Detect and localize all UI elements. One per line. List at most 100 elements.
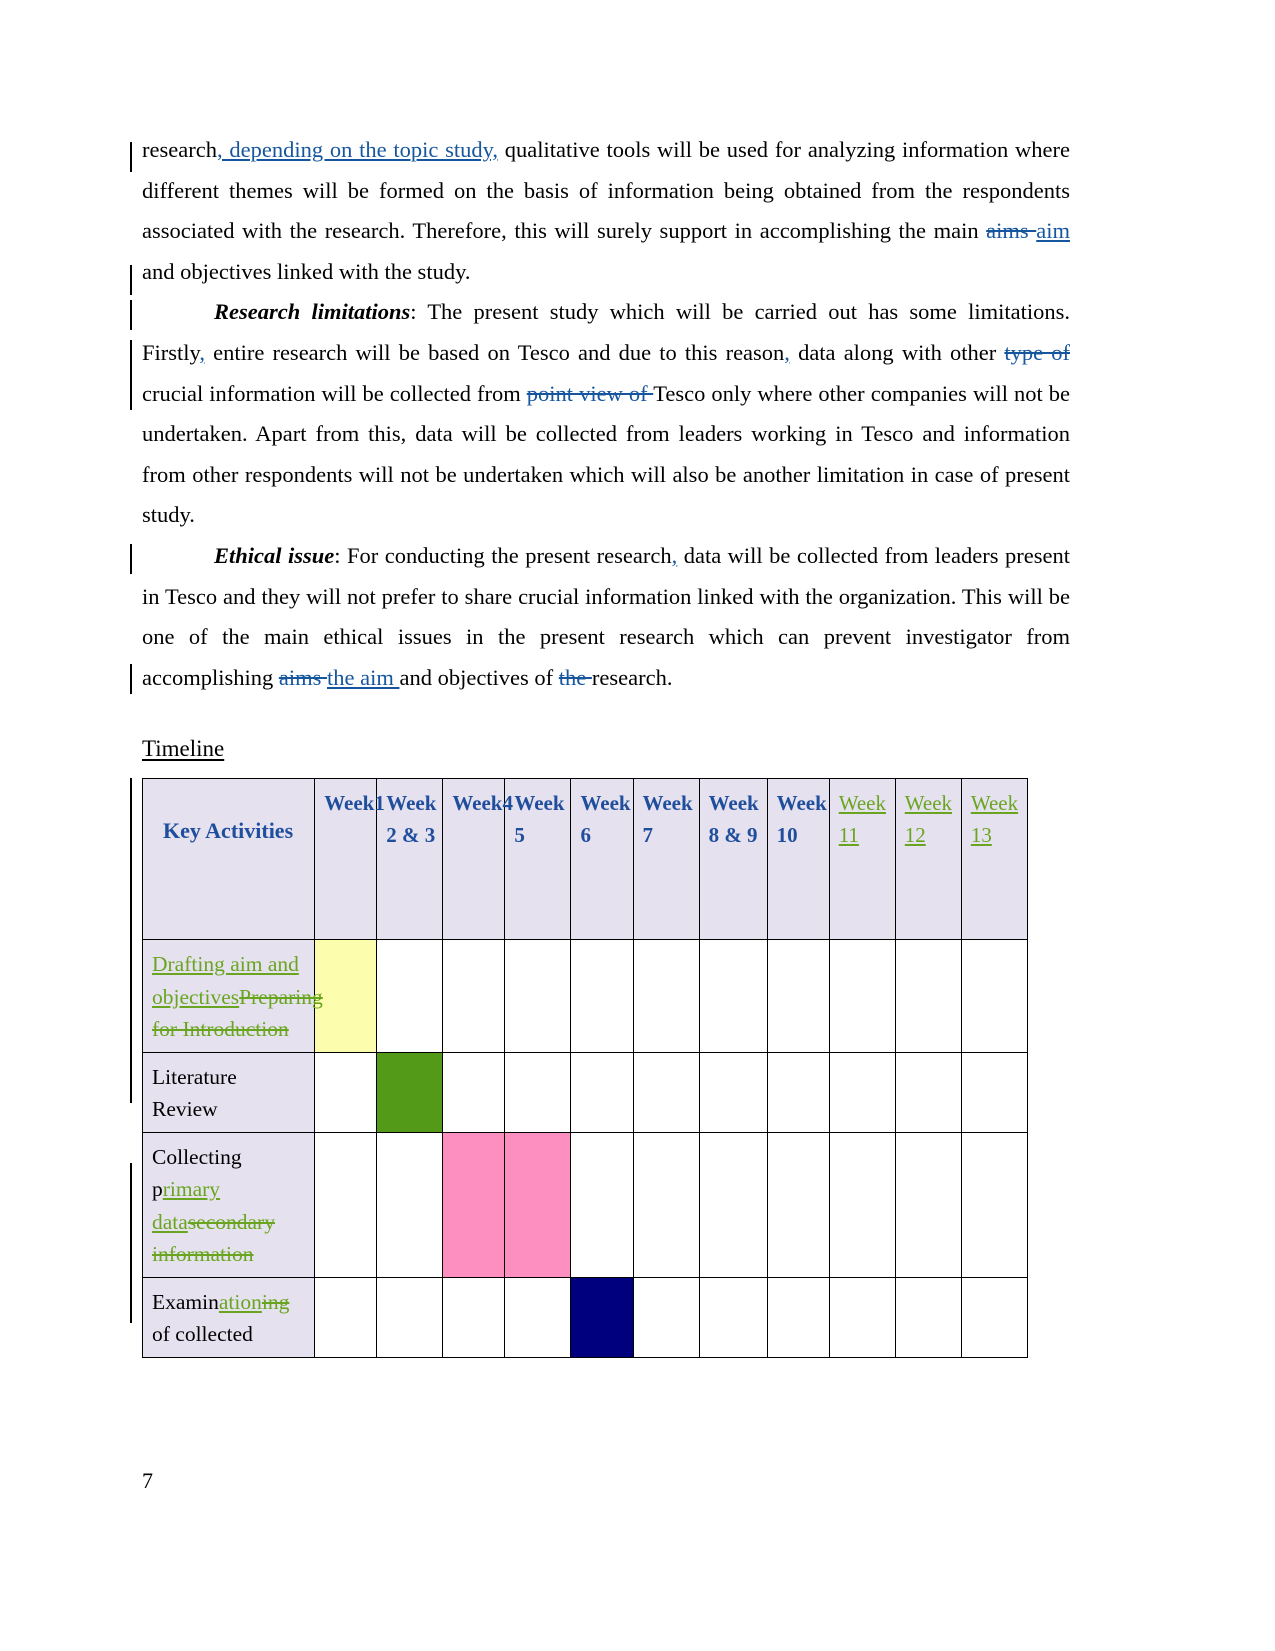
schedule-cell bbox=[960, 1051, 1029, 1133]
table-header-week: Week 7 bbox=[632, 778, 700, 941]
change-bar bbox=[130, 663, 132, 694]
table-row: Collecting primary datasecondary informa… bbox=[141, 1131, 1029, 1278]
table-header-week: Week 12 bbox=[894, 778, 962, 941]
schedule-cell-filled bbox=[376, 1051, 444, 1133]
schedule-cell bbox=[570, 1131, 634, 1278]
schedule-cell bbox=[504, 1051, 572, 1133]
schedule-cell bbox=[960, 1276, 1029, 1358]
change-bar bbox=[130, 1163, 132, 1324]
table-header-week: Week 8 & 9 bbox=[698, 778, 768, 941]
timeline-table-wrap: Key Activities Week1 Week 2 & 3 Week4 Week 5… bbox=[130, 778, 1070, 1358]
change-bar bbox=[130, 300, 132, 331]
table-header-row: Key Activities Week1 Week 2 & 3 Week4 Week 5… bbox=[141, 778, 1029, 941]
schedule-cell bbox=[766, 939, 830, 1053]
text-run: Examin bbox=[152, 1289, 219, 1314]
schedule-cell bbox=[504, 939, 572, 1053]
deleted-run: the bbox=[558, 664, 592, 690]
schedule-cell-filled bbox=[314, 939, 378, 1053]
text-run: Literature Review bbox=[152, 1064, 237, 1122]
inserted-run: ation bbox=[218, 1289, 262, 1314]
schedule-cell-filled bbox=[504, 1131, 572, 1278]
schedule-cell bbox=[632, 1131, 700, 1278]
document-page: research, depending on the topic study, … bbox=[0, 0, 1275, 1651]
schedule-cell bbox=[442, 939, 506, 1053]
schedule-cell bbox=[828, 1051, 896, 1133]
text-run: : For conducting the present research bbox=[334, 542, 672, 568]
schedule-cell bbox=[570, 1051, 634, 1133]
schedule-cell bbox=[698, 1276, 768, 1358]
timeline-table: Key Activities Week1 Week 2 & 3 Week4 Week 5… bbox=[141, 778, 1029, 1358]
inserted-run: the aim bbox=[326, 664, 400, 690]
schedule-cell bbox=[894, 1051, 962, 1133]
schedule-cell bbox=[632, 939, 700, 1053]
schedule-cell bbox=[698, 1051, 768, 1133]
paragraph-block-2: Research limitations: The present study … bbox=[130, 292, 1070, 536]
timeline-heading-wrap: Timeline bbox=[142, 734, 1070, 764]
paragraph-research-methods: research, depending on the topic study, … bbox=[142, 130, 1070, 292]
page-content: research, depending on the topic study, … bbox=[130, 130, 1070, 1358]
activity-cell: Drafting aim and objectivesPreparing for… bbox=[141, 939, 323, 1053]
change-bar bbox=[130, 142, 132, 172]
schedule-cell bbox=[960, 939, 1029, 1053]
schedule-cell bbox=[376, 1276, 444, 1358]
table-row: Examinationing of collected bbox=[141, 1276, 1029, 1358]
table-body: Drafting aim and objectivesPreparing for… bbox=[141, 939, 1029, 1358]
table-header-key-activities: Key Activities bbox=[141, 778, 316, 941]
table-header-week: Week 11 bbox=[828, 778, 896, 941]
text-run: crucial information will be collected fr… bbox=[142, 380, 527, 406]
timeline-heading: Timeline bbox=[142, 736, 225, 762]
schedule-cell bbox=[632, 1276, 700, 1358]
schedule-cell bbox=[766, 1131, 830, 1278]
change-bar bbox=[130, 778, 132, 914]
inserted-run: aim bbox=[1036, 218, 1070, 244]
change-bar bbox=[130, 913, 132, 1104]
schedule-cell bbox=[504, 1276, 572, 1358]
schedule-cell bbox=[314, 1276, 378, 1358]
text-run: research bbox=[142, 137, 217, 162]
paragraph-block-3: Ethical issue: For conducting the presen… bbox=[130, 536, 1070, 698]
schedule-cell bbox=[698, 939, 768, 1053]
schedule-cell bbox=[314, 1051, 378, 1133]
table-header-week: Week1 bbox=[314, 778, 385, 941]
schedule-cell bbox=[570, 939, 634, 1053]
deleted-run: aims bbox=[986, 218, 1037, 244]
paragraph-block-1: research, depending on the topic study, … bbox=[130, 130, 1070, 295]
schedule-cell bbox=[828, 1276, 896, 1358]
change-bar bbox=[130, 265, 132, 295]
paragraph-research-limitations: Research limitations: The present study … bbox=[142, 292, 1070, 536]
table-header-week: Week 13 bbox=[960, 778, 1029, 941]
inserted-run: , depending on the topic study, bbox=[216, 137, 499, 162]
deleted-run: type of bbox=[1004, 339, 1070, 365]
text-run: of collected bbox=[152, 1322, 253, 1347]
text-run: research. bbox=[591, 664, 673, 690]
schedule-cell bbox=[632, 1051, 700, 1133]
schedule-cell bbox=[894, 1276, 962, 1358]
table-row: Literature Review bbox=[141, 1051, 1029, 1133]
activity-cell: Literature Review bbox=[141, 1051, 316, 1133]
schedule-cell bbox=[894, 939, 962, 1053]
schedule-cell-filled bbox=[570, 1276, 634, 1358]
deleted-run: aims bbox=[278, 664, 327, 690]
activity-cell: Examinationing of collected bbox=[141, 1276, 316, 1358]
schedule-cell bbox=[828, 1131, 896, 1278]
change-bar bbox=[130, 543, 132, 574]
text-run: and objectives linked with the study. bbox=[142, 258, 471, 284]
deleted-run: point view of bbox=[526, 380, 654, 406]
paragraph-ethical-issue: Ethical issue: For conducting the presen… bbox=[142, 536, 1070, 698]
text-run: and objectives of bbox=[399, 664, 559, 690]
schedule-cell bbox=[376, 939, 444, 1053]
deleted-run: ing bbox=[261, 1289, 290, 1314]
table-header-week: Week 2 & 3 bbox=[376, 778, 444, 941]
schedule-cell bbox=[766, 1276, 830, 1358]
paragraph-label: Ethical issue bbox=[214, 542, 335, 568]
paragraph-label: Research limitations bbox=[214, 299, 411, 325]
table-header-week: Week 5 bbox=[504, 778, 572, 941]
schedule-cell bbox=[442, 1276, 506, 1358]
text-run: data along with other bbox=[789, 339, 1005, 365]
table-header-week: Week 6 bbox=[570, 778, 634, 941]
schedule-cell bbox=[960, 1131, 1029, 1278]
schedule-cell bbox=[442, 1051, 506, 1133]
schedule-cell-filled bbox=[442, 1131, 506, 1278]
schedule-cell bbox=[766, 1051, 830, 1133]
schedule-cell bbox=[314, 1131, 378, 1278]
